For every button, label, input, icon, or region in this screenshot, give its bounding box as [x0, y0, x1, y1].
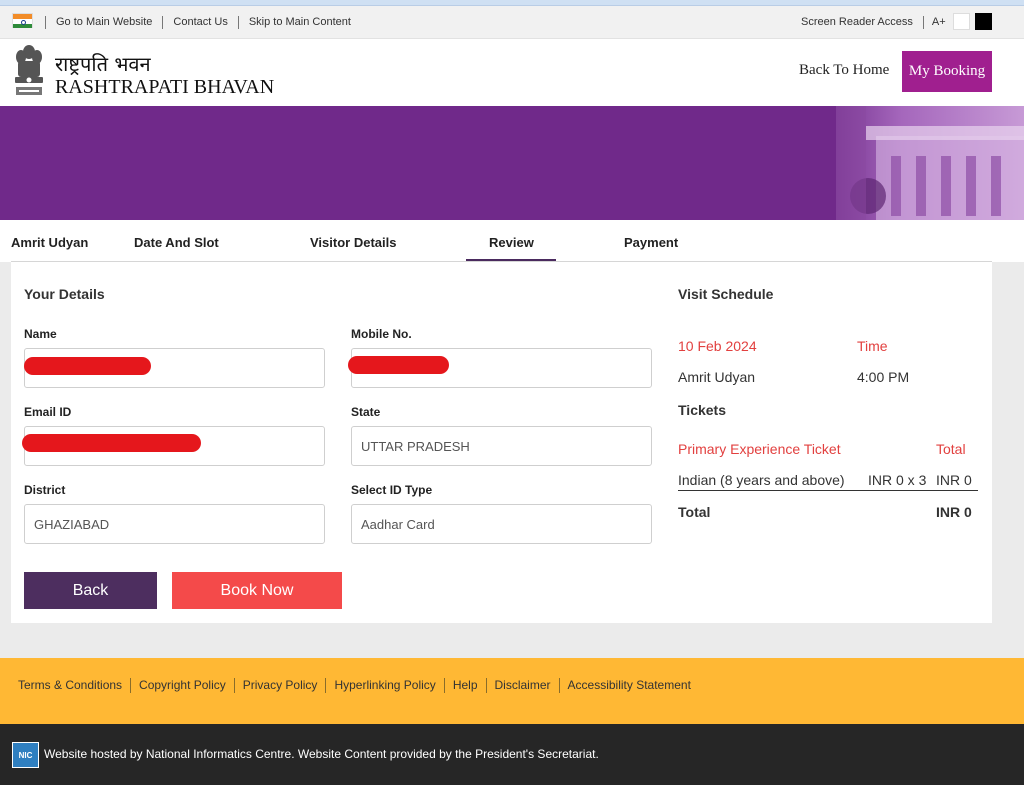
utility-links: Go to Main Website Contact Us Skip to Ma…: [45, 16, 361, 29]
hosting-statement: Website hosted by National Informatics C…: [44, 747, 599, 761]
id-type-label: Select ID Type: [351, 483, 433, 497]
visit-schedule-title: Visit Schedule: [678, 286, 774, 302]
mobile-label: Mobile No.: [351, 327, 412, 341]
visit-date: 10 Feb 2024: [678, 338, 757, 354]
book-now-button[interactable]: Book Now: [172, 572, 342, 609]
hyperlinking-link[interactable]: Hyperlinking Policy: [325, 678, 443, 693]
disclaimer-link[interactable]: Disclaimer: [485, 678, 559, 693]
name-label: Name: [24, 327, 57, 341]
state-label: State: [351, 405, 381, 419]
india-flag-icon: [12, 13, 33, 28]
nic-logo-icon: NIC: [12, 742, 39, 768]
footer-links: Terms & Conditions Copyright Policy Priv…: [10, 678, 699, 693]
ticket-row-total: INR 0: [936, 472, 972, 488]
my-booking-button[interactable]: My Booking: [902, 51, 992, 92]
site-title-hindi: राष्ट्रपति भवन: [55, 52, 151, 76]
copyright-link[interactable]: Copyright Policy: [130, 678, 234, 693]
skip-to-content-link[interactable]: Skip to Main Content: [237, 16, 361, 29]
redaction-mark: [348, 356, 449, 374]
ticket-row-calc: INR 0 x 3: [868, 472, 927, 488]
font-increase-button[interactable]: A+: [924, 16, 950, 29]
dark-theme-swatch[interactable]: [975, 13, 992, 30]
hero-banner: [0, 106, 1024, 220]
light-theme-swatch[interactable]: [953, 13, 970, 30]
visit-time: 4:00 PM: [857, 369, 910, 385]
tab-date-and-slot[interactable]: Date And Slot: [134, 235, 219, 250]
email-label: Email ID: [24, 405, 72, 419]
your-details-title: Your Details: [24, 286, 105, 302]
district-label: District: [24, 483, 66, 497]
tickets-title: Tickets: [678, 402, 726, 418]
accessibility-link[interactable]: Accessibility Statement: [558, 678, 699, 693]
site-title-english: RASHTRAPATI BHAVAN: [55, 76, 275, 98]
id-type-select[interactable]: Aadhar Card: [351, 504, 652, 544]
help-link[interactable]: Help: [443, 678, 486, 693]
state-field[interactable]: UTTAR PRADESH: [351, 426, 652, 466]
contact-us-link[interactable]: Contact Us: [162, 16, 237, 29]
tab-amrit-udyan[interactable]: Amrit Udyan: [11, 235, 88, 250]
privacy-link[interactable]: Privacy Policy: [233, 678, 326, 693]
redaction-mark: [22, 434, 201, 452]
district-field[interactable]: GHAZIABAD: [24, 504, 325, 544]
ticket-row-label: Indian (8 years and above): [678, 472, 845, 488]
back-button[interactable]: Back: [24, 572, 157, 609]
utility-bar: Go to Main Website Contact Us Skip to Ma…: [0, 6, 1024, 39]
terms-link[interactable]: Terms & Conditions: [10, 678, 130, 693]
hosting-bar: NIC Website hosted by National Informati…: [0, 724, 1024, 785]
time-label: Time: [857, 338, 888, 354]
ticket-total-header: Total: [936, 441, 966, 457]
visit-place: Amrit Udyan: [678, 369, 756, 385]
tab-visitor-details[interactable]: Visitor Details: [310, 235, 396, 250]
screen-reader-link[interactable]: Screen Reader Access: [801, 16, 924, 29]
site-header: राष्ट्रपति भवन RASHTRAPATI BHAVAN Back T…: [0, 39, 1024, 106]
grand-total-value: INR 0: [936, 504, 972, 520]
national-emblem-icon: [15, 45, 43, 95]
footer-links-bar: Terms & Conditions Copyright Policy Priv…: [0, 658, 1024, 724]
main-website-link[interactable]: Go to Main Website: [45, 16, 162, 29]
ticket-type-header: Primary Experience Ticket: [678, 441, 841, 457]
tickets-divider: [678, 490, 978, 491]
grand-total-label: Total: [678, 504, 711, 520]
redaction-mark: [24, 357, 151, 375]
tab-payment[interactable]: Payment: [624, 235, 678, 250]
back-to-home-link[interactable]: Back To Home: [799, 62, 889, 79]
booking-steps: Amrit Udyan Date And Slot Visitor Detail…: [0, 220, 1024, 263]
building-photo: [836, 106, 1024, 220]
tab-review[interactable]: Review: [489, 235, 534, 250]
